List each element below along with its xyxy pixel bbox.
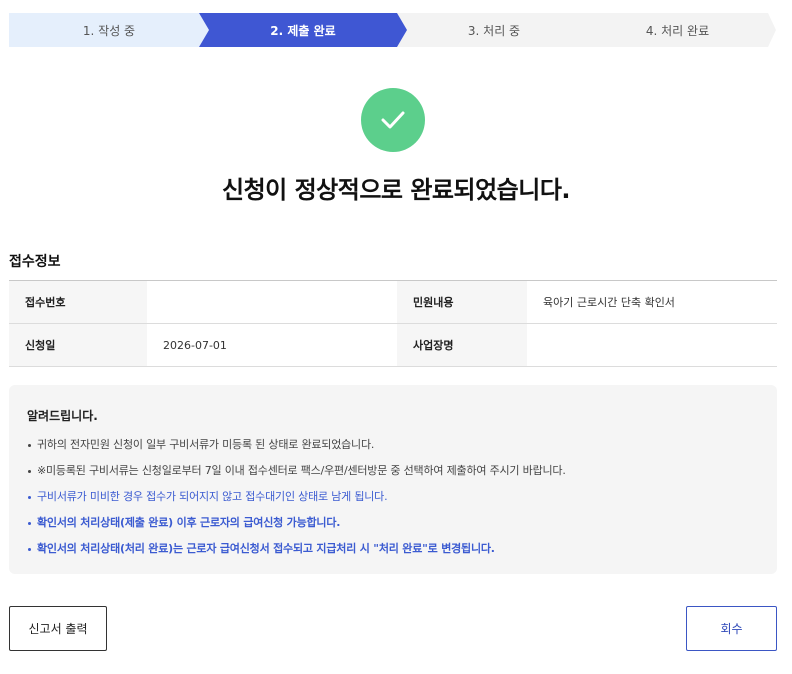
- workplace-name-label: 사업장명: [397, 324, 527, 366]
- application-complete-page: 1. 작성 중 3. 처리 중 4. 처리 완료 2. 제출 완료 신청이 정상…: [0, 0, 792, 674]
- notice-box: 알려드립니다. 귀하의 전자민원 신청이 일부 구비서류가 미등록 된 상태로 …: [9, 385, 777, 574]
- step-4-completed: 4. 처리 완료: [579, 13, 776, 47]
- step-label: 4. 처리 완료: [645, 23, 710, 38]
- table-row: 신청일 2026-07-01 사업장명: [9, 324, 777, 367]
- withdraw-button[interactable]: 회수: [686, 606, 777, 651]
- application-date-value: 2026-07-01: [163, 338, 227, 352]
- check-icon: [361, 88, 425, 152]
- step-label: 2. 제출 완료: [270, 23, 336, 38]
- request-content-value: 육아기 근로시간 단축 확인서: [543, 296, 675, 309]
- receipt-number-value: [147, 281, 397, 323]
- workplace-name-value: [527, 324, 777, 366]
- request-content-label: 민원내용: [397, 281, 527, 323]
- step-3-processing: 3. 처리 중: [389, 13, 599, 47]
- notice-title: 알려드립니다.: [27, 409, 98, 423]
- list-item: 확인서의 처리상태(제출 완료) 이후 근로자의 급여신청 가능합니다.: [27, 516, 759, 542]
- section-title-receipt: 접수정보: [9, 254, 61, 270]
- application-date-label: 신청일: [9, 324, 147, 366]
- progress-stepper: 1. 작성 중 3. 처리 중 4. 처리 완료 2. 제출 완료: [9, 13, 776, 47]
- completion-message: 신청이 정상적으로 완료되었습니다.: [221, 176, 571, 204]
- step-2-submitted: 2. 제출 완료: [199, 13, 407, 47]
- list-item: ※미등록된 구비서류는 신청일로부터 7일 이내 접수센터로 팩스/우편/센터방…: [27, 464, 759, 490]
- table-row: 접수번호 민원내용 육아기 근로시간 단축 확인서: [9, 281, 777, 324]
- step-1-drafting: 1. 작성 중: [9, 13, 209, 47]
- step-label: 1. 작성 중: [82, 23, 136, 38]
- step-label: 3. 처리 중: [467, 23, 521, 38]
- list-item: 확인서의 처리상태(처리 완료)는 근로자 급여신청서 접수되고 지급처리 시 …: [27, 542, 759, 568]
- print-report-button[interactable]: 신고서 출력: [9, 606, 107, 651]
- list-item: 구비서류가 미비한 경우 접수가 되어지지 않고 접수대기인 상태로 남게 됩니…: [27, 490, 759, 516]
- receipt-number-label: 접수번호: [9, 281, 147, 323]
- list-item: 귀하의 전자민원 신청이 일부 구비서류가 미등록 된 상태로 완료되었습니다.: [27, 438, 759, 464]
- receipt-info-table: 접수번호 민원내용 육아기 근로시간 단축 확인서 신청일 2026-07-01…: [9, 280, 777, 367]
- notice-list: 귀하의 전자민원 신청이 일부 구비서류가 미등록 된 상태로 완료되었습니다.…: [27, 438, 759, 568]
